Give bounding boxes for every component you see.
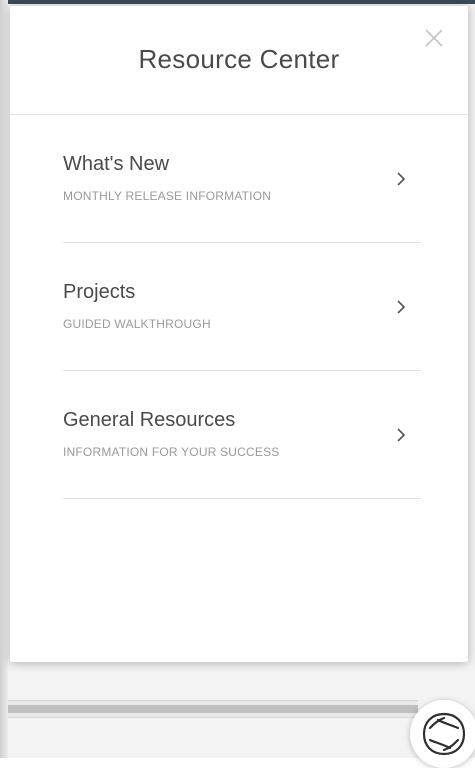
menu-item-title: What's New [63,153,170,175]
app-left-edge [0,0,8,758]
panel-header: Resource Center [10,6,468,115]
scrollbar-thumb[interactable] [8,705,418,713]
app-header-edge [0,0,475,4]
close-button[interactable] [420,24,448,52]
chevron-right-icon [395,299,407,315]
resource-menu: What's New MONTHLY RELEASE INFORMATION P… [63,115,421,499]
chevron-right-icon [395,171,407,187]
menu-item-title: Projects [63,281,136,303]
menu-item-subtitle: MONTHLY RELEASE INFORMATION [63,189,272,203]
menu-item-title: General Resources [63,409,236,431]
chevron-right-icon [395,427,407,443]
menu-item-general-resources[interactable]: General Resources INFORMATION FOR YOUR S… [63,371,421,499]
resource-center-panel: Resource Center What's New MONTHLY RELEA… [10,6,468,662]
horizontal-scrollbar[interactable] [8,700,418,718]
menu-item-subtitle: INFORMATION FOR YOUR SUCCESS [63,445,280,459]
menu-item-subtitle: GUIDED WALKTHROUGH [63,317,211,331]
panel-title: Resource Center [138,44,340,74]
menu-item-whats-new[interactable]: What's New MONTHLY RELEASE INFORMATION [63,115,421,243]
close-icon [425,29,443,47]
menu-item-projects[interactable]: Projects GUIDED WALKTHROUGH [63,243,421,371]
